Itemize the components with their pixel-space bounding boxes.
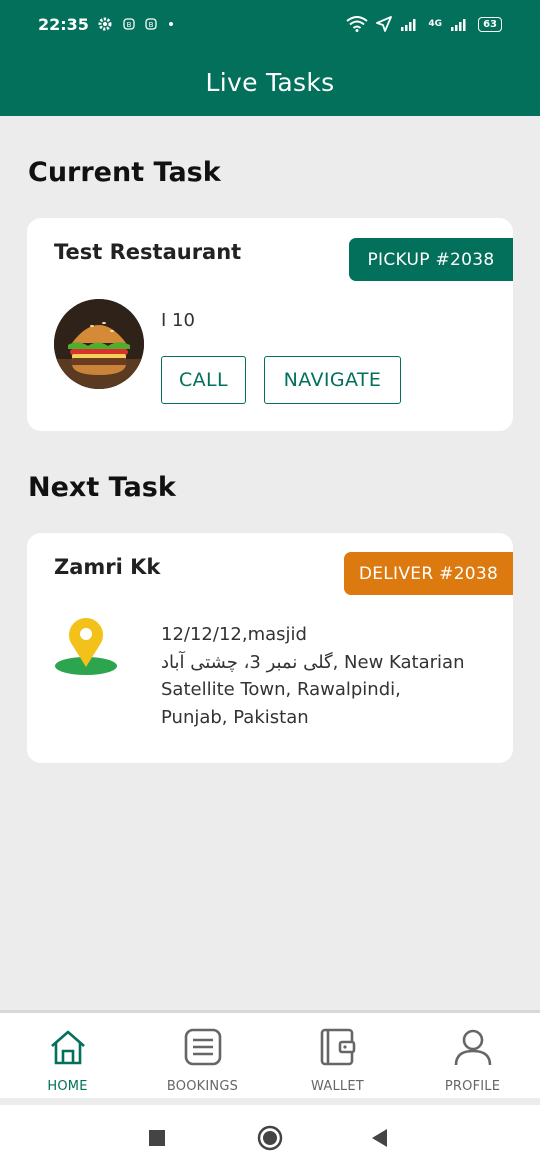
- home-circle-icon[interactable]: [257, 1125, 283, 1151]
- nav-home-label: HOME: [47, 1079, 88, 1094]
- current-task-card[interactable]: Test Restaurant PICKUP #2038 I 10 CALL N…: [27, 218, 513, 431]
- bottom-nav: HOME BOOKINGS WALLET PROFILE: [0, 1010, 540, 1098]
- status-bar: 22:35 B B 4G 63: [0, 0, 540, 48]
- home-icon: [50, 1030, 85, 1065]
- restaurant-avatar: [54, 299, 144, 389]
- burger-image: [54, 299, 144, 389]
- address-line: 12/12/12,masjid: [161, 624, 307, 645]
- customer-name: Zamri Kk: [54, 555, 161, 579]
- pickup-address: I 10: [161, 310, 195, 331]
- settings-icon: [98, 17, 112, 31]
- nav-wallet[interactable]: WALLET: [270, 1027, 405, 1094]
- wifi-icon: [346, 16, 369, 32]
- battery-icon: 63: [478, 16, 502, 32]
- person-icon: [454, 1029, 491, 1066]
- dot-icon: [168, 22, 173, 26]
- b-notification-icon: B: [145, 18, 157, 30]
- next-task-heading: Next Task: [28, 472, 176, 503]
- nav-profile[interactable]: PROFILE: [405, 1027, 540, 1094]
- next-task-card[interactable]: Zamri Kk DELIVER #2038 12/12/12,masjid گ…: [27, 533, 513, 763]
- nav-home[interactable]: HOME: [0, 1027, 135, 1094]
- system-nav-bar: [0, 1105, 540, 1170]
- navigate-button[interactable]: NAVIGATE: [264, 356, 401, 404]
- nav-wallet-label: WALLET: [311, 1079, 364, 1094]
- status-time: 22:35: [38, 14, 89, 34]
- signal-icon: [451, 19, 466, 31]
- b-notification-icon: B: [123, 18, 135, 30]
- back-icon[interactable]: [370, 1128, 390, 1148]
- recents-icon[interactable]: [148, 1129, 166, 1147]
- list-icon: [184, 1028, 221, 1066]
- address-line: Punjab, Pakistan: [161, 706, 309, 728]
- address-line: گلی نمبر 3، چشتی آباد, New Katarian: [161, 651, 465, 673]
- svg-text:B: B: [149, 21, 154, 29]
- nav-bookings-label: BOOKINGS: [166, 1079, 239, 1094]
- signal-icon: [401, 19, 416, 31]
- page-title: Live Tasks: [205, 67, 335, 97]
- app-bar: Live Tasks: [0, 48, 540, 116]
- location-arrow-icon: [376, 16, 393, 32]
- wallet-icon: [320, 1028, 355, 1066]
- location-pin-icon: [55, 618, 117, 675]
- restaurant-name: Test Restaurant: [54, 240, 242, 264]
- delivery-address: 12/12/12,masjid گلی نمبر 3، چشتی آباد, N…: [161, 621, 464, 731]
- nav-profile-label: PROFILE: [444, 1079, 501, 1094]
- svg-text:B: B: [127, 21, 132, 29]
- current-task-heading: Current Task: [28, 157, 221, 188]
- address-line: Satellite Town, Rawalpindi,: [161, 679, 401, 700]
- network-type: 4G: [428, 19, 443, 29]
- nav-bookings[interactable]: BOOKINGS: [135, 1027, 270, 1094]
- pickup-badge: PICKUP #2038: [349, 238, 513, 281]
- call-button[interactable]: CALL: [161, 356, 246, 404]
- deliver-badge: DELIVER #2038: [344, 552, 513, 595]
